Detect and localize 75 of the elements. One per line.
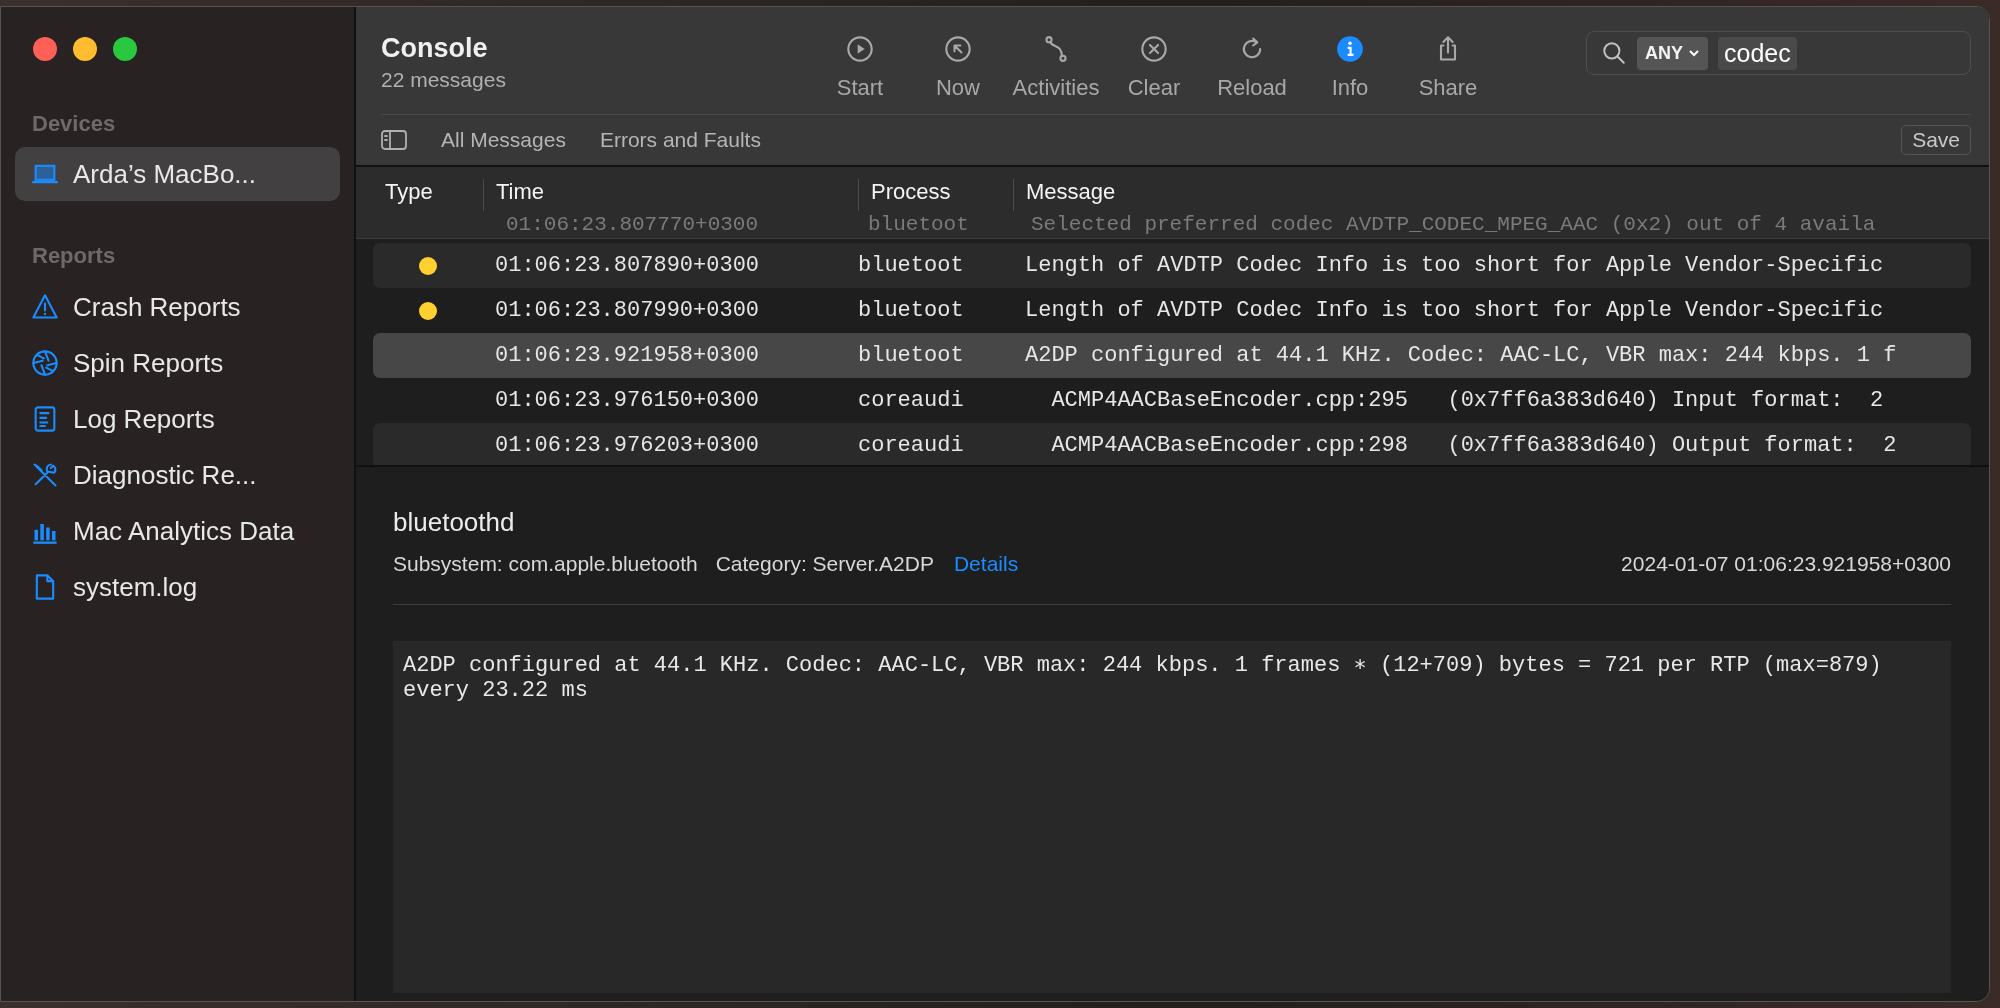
close-button[interactable] <box>33 37 57 61</box>
sidebar-item-label: Mac Analytics Data <box>73 515 295 547</box>
subsystem-label: Subsystem: com.apple.bluetooth <box>393 552 698 576</box>
log-row[interactable]: 01:06:23.807890+0300 bluetoot Length of AVDTP Codec Info is too short for Apple Vendor-Specific <box>373 243 1971 288</box>
timestamp: 2024-01-07 01:06:23.921958+0300 <box>1621 552 1951 576</box>
arrow-circle-icon <box>944 35 972 63</box>
sidebar-section-title: Reports <box>31 243 117 269</box>
warning-icon <box>31 293 59 321</box>
sidebar-item[interactable]: Mac Analytics Data <box>15 503 340 559</box>
table-cell-text: Length of AVDTP Codec Info is too short for Apple Vendor-Specific <box>1024 298 1885 323</box>
log-row[interactable]: 01:06:23.976203+0300 coreaudi ACMP4AACBaseEncoder.cpp:298 (0x7ff6a383d640) Output format: 2 <box>373 423 1971 465</box>
table-cell-text: coreaudi <box>858 433 965 458</box>
scope-dropdown[interactable]: ANY <box>1637 36 1708 70</box>
table-cell-text: A2DP configured at 44.1 KHz. Codec: AAC-LC, VBR max: 244 kbps. 1 f <box>1024 343 1898 368</box>
process-name: bluetoothd <box>393 507 516 538</box>
sidebar-toggle-icon[interactable] <box>381 129 407 151</box>
details-link[interactable]: Details <box>953 552 1019 576</box>
sidebar-item-label: Crash Reports <box>73 291 241 323</box>
table-cell-text: bluetoot <box>867 213 970 236</box>
toolbar-button[interactable]: Share <box>1399 35 1497 101</box>
sidebar-item[interactable]: Log Reports <box>15 391 340 447</box>
clear-icon <box>1140 35 1168 63</box>
search-token[interactable]: codec <box>1718 36 1797 70</box>
sidebar-item-label: Diagnostic Re... <box>73 459 257 491</box>
table-cell-text: bluetoot <box>858 253 965 278</box>
sidebar-item[interactable]: system.log <box>15 559 340 615</box>
filter-tab[interactable]: All Messages <box>441 128 566 152</box>
message-text: A2DP configured at 44.1 KHz. Codec: AAC-LC, VBR max: 244 kbps. 1 frames ∗ (12+709) bytes = 721 per RTP (max=879) every 23.22 ms <box>403 653 1883 704</box>
table-cell-text: bluetoot <box>858 343 965 368</box>
search-field[interactable]: ANY codec <box>1586 31 1971 75</box>
tools-icon <box>31 461 59 489</box>
table-cell-text: Length of AVDTP Codec Info is too short for Apple Vendor-Specific <box>1024 253 1885 278</box>
chevron-icon <box>1688 47 1700 59</box>
sidebar-item-label: Spin Reports <box>73 347 224 379</box>
filter-tab[interactable]: Errors and Faults <box>599 128 761 152</box>
sidebar-section-title: Devices <box>31 111 117 137</box>
column-header[interactable]: Type <box>373 179 483 211</box>
sidebar-item-label: system.log <box>73 571 198 603</box>
table-cell-text: 01:06:23.976150+0300 <box>494 388 761 413</box>
toolbar-button[interactable]: Clear <box>1105 35 1203 101</box>
info-icon <box>1336 35 1364 63</box>
category-label: Category: Server.A2DP <box>715 552 934 576</box>
table-cell-text: 01:06:23.807890+0300 <box>494 253 761 278</box>
toolbar-button[interactable]: Now <box>909 35 1007 101</box>
table-cell-text: coreaudi <box>858 388 965 413</box>
save-button[interactable]: Save <box>1901 125 1971 155</box>
table-cell-text: 01:06:23.976203+0300 <box>494 433 761 458</box>
table-cell-text: 01:06:23.807770+0300 <box>505 213 760 236</box>
sidebar-item-label: Arda’s MacBo... <box>73 158 257 190</box>
toolbar-button[interactable]: Info <box>1301 35 1399 101</box>
search-icon <box>1601 40 1627 66</box>
table-cell-text: bluetoot <box>858 298 965 323</box>
table-cell-text: Selected preferred codec AVDTP_CODEC_MPEG_AAC (0x2) out of 4 availa <box>1030 213 1877 236</box>
aperture-icon <box>31 349 59 377</box>
log-row[interactable]: 01:06:23.807990+0300 bluetoot Length of AVDTP Codec Info is too short for Apple Vendor-Specific <box>373 288 1971 333</box>
toolbar-button[interactable]: Start <box>811 35 909 101</box>
table-cell-text: ACMP4AACBaseEncoder.cpp:295 (0x7ff6a383d640) Input format: 2 <box>1050 388 1885 413</box>
play-icon <box>846 35 874 63</box>
table-cell-text: 01:06:23.807990+0300 <box>494 298 761 323</box>
zoom-button[interactable] <box>113 37 137 61</box>
sidebar-item-label: Log Reports <box>73 403 215 435</box>
log-row[interactable]: 01:06:23.921958+0300 bluetoot A2DP configured at 44.1 KHz. Codec: AAC-LC, VBR max: 244 kbps. 1 f <box>373 333 1971 378</box>
toolbar-button[interactable]: Activities <box>1007 35 1105 101</box>
log-row[interactable]: 01:06:23.976150+0300 coreaudi ACMP4AACBaseEncoder.cpp:295 (0x7ff6a383d640) Input format: 2 <box>373 378 1971 423</box>
sidebar-item[interactable]: Spin Reports <box>15 335 340 391</box>
minimize-button[interactable] <box>73 37 97 61</box>
sidebar-item[interactable]: Arda’s MacBo... <box>15 147 340 201</box>
path-icon <box>1042 35 1070 63</box>
window-title: Console <box>381 33 489 64</box>
table-cell-text: ACMP4AACBaseEncoder.cpp:298 (0x7ff6a383d640) Output format: 2 <box>1050 433 1898 458</box>
sidebar-item[interactable]: Diagnostic Re... <box>15 447 340 503</box>
toolbar-button[interactable]: Reload <box>1203 35 1301 101</box>
sidebar-item[interactable]: Crash Reports <box>15 279 340 335</box>
table-cell-text: 01:06:23.921958+0300 <box>494 343 761 368</box>
message-count: 22 messages <box>381 68 507 92</box>
